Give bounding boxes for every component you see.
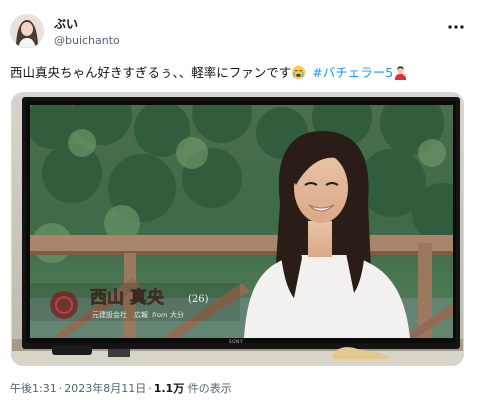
views-label: 件の表示 — [187, 382, 232, 395]
broadcast-caption: 西山 真央 (26) 元建設会社 広報 from 大分 — [30, 283, 240, 321]
tweet-meta: 午後1:31 · 2023年8月11日 · 1.1万 件の表示 — [10, 382, 232, 396]
display-name[interactable]: ぶい — [54, 16, 78, 32]
avatar[interactable] — [10, 14, 44, 48]
tweet-text: 西山真央ちゃん好きすぎるぅ、、軽率にファンです #バチェラー5 — [10, 64, 470, 82]
tweet-header: ぶい @buichanto — [10, 12, 467, 56]
caption-from: from — [152, 311, 167, 319]
tv-photo: 西山 真央 (26) 元建設会社 広報 from 大分 SONY — [12, 93, 463, 365]
tweet-photo[interactable]: 西山 真央 (26) 元建設会社 広報 from 大分 SONY — [11, 92, 464, 366]
caption-age: (26) — [188, 294, 209, 305]
meta-separator: · — [58, 382, 63, 395]
man-tipping-hand-icon — [395, 66, 407, 80]
caption-place: 大分 — [170, 310, 184, 319]
more-options-button[interactable] — [445, 18, 467, 36]
caption-job: 元建設会社 広報 — [92, 310, 148, 319]
tweet-date[interactable]: 2023年8月11日 — [64, 382, 146, 395]
tweet-time[interactable]: 午後1:31 — [10, 382, 57, 395]
user-handle[interactable]: @buichanto — [54, 34, 120, 48]
crying-face-icon — [292, 65, 306, 80]
views-count[interactable]: 1.1万 — [154, 382, 185, 395]
hashtag-link[interactable]: #バチェラー5 — [312, 65, 393, 80]
caption-name: 西山 真央 — [90, 287, 165, 308]
meta-separator-2: · — [148, 382, 152, 395]
more-horizontal-icon — [448, 25, 464, 29]
tweet-body: 西山真央ちゃん好きすぎるぅ、、軽率にファンです — [10, 65, 292, 80]
tv-brand-logo: SONY — [229, 339, 244, 345]
tweet-card: ぶい @buichanto 西山真央ちゃん好きすぎるぅ、、軽率にファンです #バ… — [0, 0, 477, 407]
